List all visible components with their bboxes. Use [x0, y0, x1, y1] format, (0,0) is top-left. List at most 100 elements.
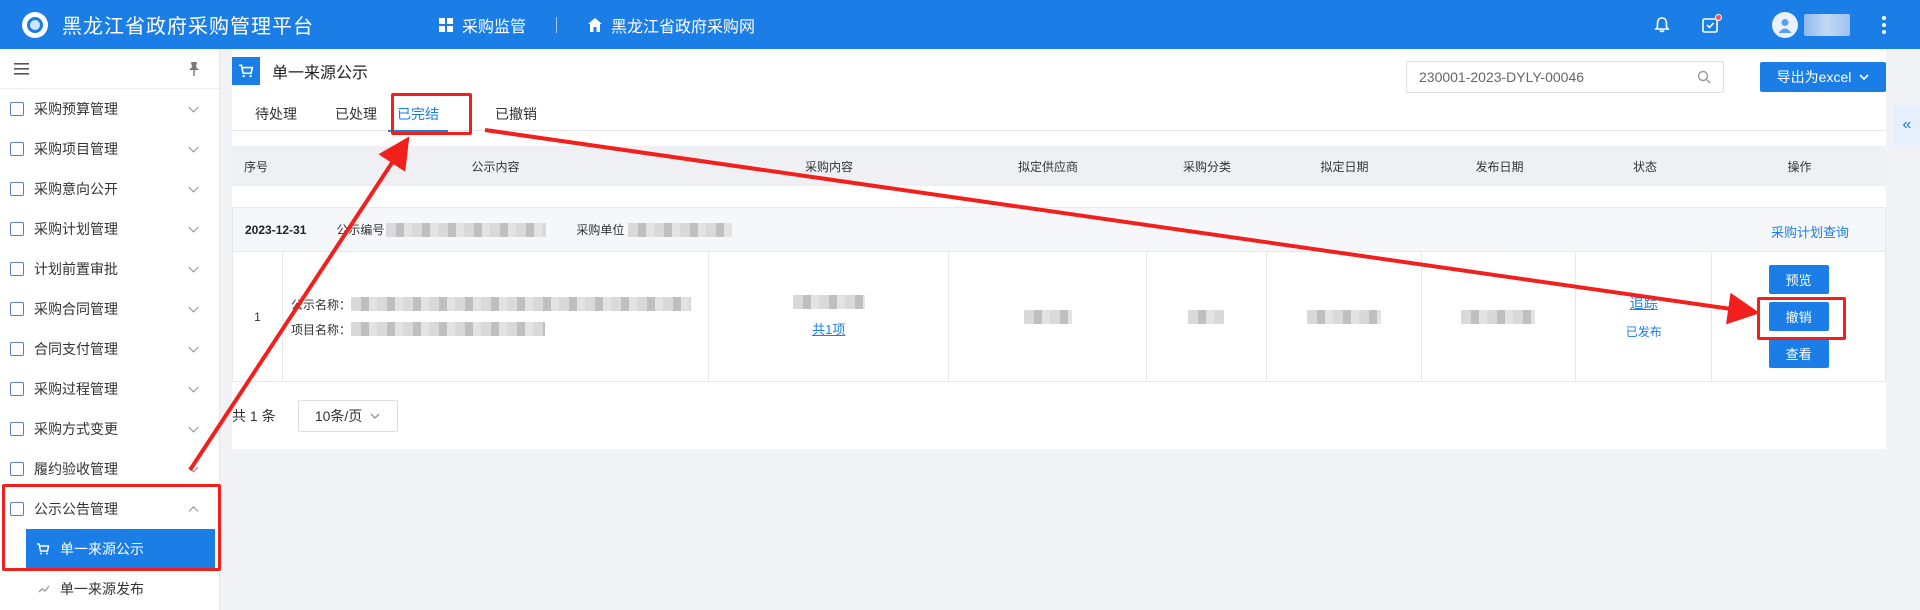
- approval-icon: [10, 262, 24, 276]
- supplier-redacted: [1023, 309, 1072, 324]
- row-supplier: [949, 252, 1147, 381]
- collapse-panel-icon[interactable]: «: [1894, 105, 1920, 145]
- notice-name-label: 公示名称：: [290, 297, 351, 312]
- sidebar: 采购预算管理 采购项目管理 采购意向公开 采购计划管理 计划前置审批 采购合同管…: [0, 49, 220, 610]
- chevron-down-icon: [1859, 74, 1869, 80]
- tab-completed[interactable]: 已完结: [388, 97, 448, 132]
- page-size-select[interactable]: 10条/页: [297, 400, 398, 432]
- nav-divider: [556, 16, 558, 33]
- trend-icon: [38, 585, 50, 593]
- main-panel: 单一来源公示 230001-2023-DYLY-00046 导出为excel 待…: [232, 49, 1886, 449]
- chevron-down-icon: [188, 262, 199, 273]
- chevron-down-icon: [188, 222, 199, 233]
- project-name-label: 项目名称：: [290, 322, 351, 337]
- sidebar-item-process[interactable]: 采购过程管理: [0, 369, 219, 409]
- export-excel-button[interactable]: 导出为excel: [1760, 62, 1886, 92]
- chevron-down-icon: [188, 422, 199, 433]
- page-title: 单一来源公示: [272, 65, 369, 82]
- proposed-date-redacted: [1306, 309, 1381, 324]
- sidebar-subitem-single-source-publish[interactable]: 单一来源发布: [0, 569, 219, 609]
- row-proposed-date: [1267, 252, 1422, 381]
- plan-query-link[interactable]: 采购计划查询: [1771, 222, 1849, 241]
- table-header: 序号 公示内容 采购内容 拟定供应商 采购分类 拟定日期 发布日期 状态 操作: [232, 146, 1886, 186]
- intention-icon: [10, 182, 24, 196]
- nav-label: 采购监管: [462, 18, 527, 36]
- sidebar-item-intention[interactable]: 采购意向公开: [0, 169, 219, 209]
- sidebar-subitem-single-source-notice[interactable]: 单一来源公示: [26, 529, 215, 569]
- app-title: 黑龙江省政府采购管理平台: [62, 16, 314, 38]
- tab-pending[interactable]: 待处理: [254, 97, 298, 131]
- tab-revoked[interactable]: 已撤销: [494, 97, 538, 131]
- sidebar-item-method-change[interactable]: 采购方式变更: [0, 409, 219, 449]
- contract-icon: [10, 302, 24, 316]
- view-button[interactable]: 查看: [1768, 339, 1829, 368]
- chevron-down-icon: [188, 182, 199, 193]
- total-count: 共 1 条: [232, 408, 276, 424]
- row-purchase-content: 共1项: [709, 252, 950, 381]
- row-publish-date: [1422, 252, 1577, 381]
- nav-procurement-website[interactable]: 黑龙江省政府采购网: [587, 13, 755, 37]
- cart-icon: [232, 57, 260, 85]
- task-calendar-icon[interactable]: [1700, 13, 1722, 35]
- col-index: 序号: [244, 159, 269, 174]
- export-label: 导出为excel: [1776, 69, 1852, 85]
- project-icon: [10, 142, 24, 156]
- chevron-down-icon: [188, 342, 199, 353]
- bell-icon[interactable]: [1652, 15, 1672, 35]
- row-actions: 预览 撤销 查看: [1712, 252, 1885, 381]
- col-status: 状态: [1632, 159, 1657, 174]
- method-icon: [10, 422, 24, 436]
- notice-name-redacted: [350, 297, 691, 311]
- announcement-icon: [10, 502, 24, 516]
- sidebar-item-announcement[interactable]: 公示公告管理: [0, 489, 219, 529]
- sidebar-item-project[interactable]: 采购项目管理: [0, 129, 219, 169]
- sidebar-item-budget[interactable]: 采购预算管理: [0, 89, 219, 129]
- chevron-up-icon: [188, 506, 199, 517]
- search-icon[interactable]: [1697, 70, 1711, 84]
- project-name-redacted: [350, 322, 545, 336]
- search-input[interactable]: 230001-2023-DYLY-00046: [1406, 61, 1724, 93]
- sidebar-item-acceptance[interactable]: 履约验收管理: [0, 449, 219, 489]
- chevron-down-icon: [188, 142, 199, 153]
- sidebar-item-contract[interactable]: 采购合同管理: [0, 289, 219, 329]
- menu-icon[interactable]: [14, 62, 30, 76]
- group-date: 2023-12-31: [245, 222, 307, 237]
- chevron-down-icon: [188, 462, 199, 473]
- row-index: 1: [233, 252, 283, 381]
- status-badge: 已发布: [1625, 325, 1662, 339]
- budget-icon: [10, 102, 24, 116]
- col-publish-date: 发布日期: [1475, 159, 1524, 174]
- sidebar-item-payment[interactable]: 合同支付管理: [0, 329, 219, 369]
- revoke-button[interactable]: 撤销: [1768, 302, 1829, 331]
- publish-date-redacted: [1461, 309, 1536, 324]
- preview-button[interactable]: 预览: [1768, 265, 1829, 294]
- trace-link[interactable]: 追踪: [1630, 293, 1658, 313]
- notification-dot: [1715, 13, 1722, 21]
- top-nav: 采购监管 黑龙江省政府采购网: [438, 13, 755, 37]
- plan-icon: [10, 222, 24, 236]
- nav-label: 黑龙江省政府采购网: [611, 18, 756, 36]
- sidebar-item-label: 计划前置审批: [34, 261, 118, 277]
- pagination: 共 1 条 10条/页: [232, 400, 398, 432]
- avatar[interactable]: [1772, 11, 1798, 38]
- sidebar-header: [0, 49, 219, 89]
- username-redacted: [1804, 13, 1850, 36]
- logo: [22, 11, 48, 38]
- items-link[interactable]: 共1项: [812, 319, 845, 338]
- page-header: 单一来源公示: [232, 57, 368, 85]
- group-header: 2023-12-31 公示编号 采购单位 采购计划查询: [233, 208, 1885, 252]
- sidebar-item-pre-approval[interactable]: 计划前置审批: [0, 249, 219, 289]
- sidebar-subitem-label: 单一来源发布: [60, 581, 144, 597]
- cart-icon: [37, 543, 50, 555]
- acceptance-icon: [10, 462, 24, 476]
- tab-processed[interactable]: 已处理: [334, 97, 378, 131]
- notice-number-redacted: [386, 222, 547, 237]
- pin-icon[interactable]: [187, 61, 201, 77]
- more-vertical-icon[interactable]: [1882, 15, 1886, 34]
- sidebar-item-plan[interactable]: 采购计划管理: [0, 209, 219, 249]
- process-icon: [10, 382, 24, 396]
- sidebar-subitem-label: 单一来源公示: [60, 541, 144, 557]
- nav-procurement-supervision[interactable]: 采购监管: [438, 13, 526, 37]
- sidebar-item-label: 采购方式变更: [34, 421, 118, 437]
- category-redacted: [1188, 309, 1225, 324]
